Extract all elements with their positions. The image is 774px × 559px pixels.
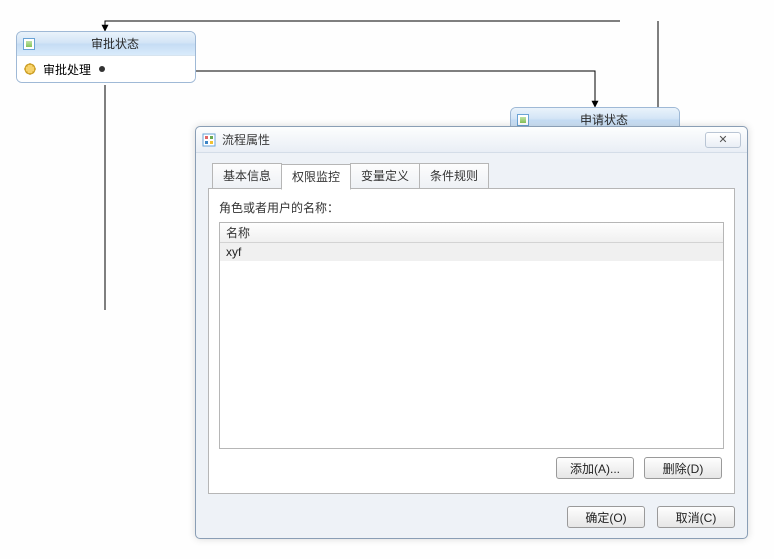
delete-button[interactable]: 删除(D) [644,457,722,479]
list-item[interactable]: xyf [220,243,723,261]
app-icon [202,133,216,147]
close-button[interactable]: ✕ [705,132,741,148]
dialog-title: 流程属性 [222,131,270,148]
state-header: 审批状态 [17,32,195,56]
tab-condition-rules[interactable]: 条件规则 [419,163,489,188]
state-icon [517,114,529,126]
cancel-button[interactable]: 取消(C) [657,506,735,528]
state-node-approve[interactable]: 审批状态 审批处理 [16,31,196,83]
action-endpoint-dot [99,66,105,72]
tab-variable-def[interactable]: 变量定义 [350,163,420,188]
tab-permission[interactable]: 权限监控 [281,164,351,190]
dialog-titlebar[interactable]: 流程属性 ✕ [196,127,747,153]
ok-button[interactable]: 确定(O) [567,506,645,528]
tab-basic-info[interactable]: 基本信息 [212,163,282,188]
workflow-canvas[interactable]: 审批状态 审批处理 申请状态 申请处理 [0,0,774,559]
dialog-body: 基本信息 权限监控 变量定义 条件规则 角色或者用户的名称： 名称 xyf [196,153,747,500]
tab-page-permission: 角色或者用户的名称： 名称 xyf 添加(A)... 删除(D) [208,189,735,494]
state-action-row[interactable]: 审批处理 [17,56,195,82]
action-icon [23,62,37,76]
permission-section-label: 角色或者用户的名称： [219,199,724,216]
tab-bar: 基本信息 权限监控 变量定义 条件规则 [208,163,735,189]
close-icon: ✕ [718,133,727,146]
permission-list-header[interactable]: 名称 [220,223,723,243]
permission-list-buttons: 添加(A)... 删除(D) [219,449,724,483]
permission-list[interactable]: 名称 xyf [219,222,724,449]
state-title: 审批状态 [41,35,189,52]
column-header-name: 名称 [226,224,250,241]
state-action-label: 审批处理 [43,61,91,78]
list-item-label: xyf [226,245,426,259]
add-button[interactable]: 添加(A)... [556,457,634,479]
dialog-flow-properties: 流程属性 ✕ 基本信息 权限监控 变量定义 条件规则 角色或者用户的名称： 名称 [195,126,748,539]
dialog-footer: 确定(O) 取消(C) [196,500,747,538]
state-icon [23,38,35,50]
permission-list-rows: xyf [220,243,723,448]
